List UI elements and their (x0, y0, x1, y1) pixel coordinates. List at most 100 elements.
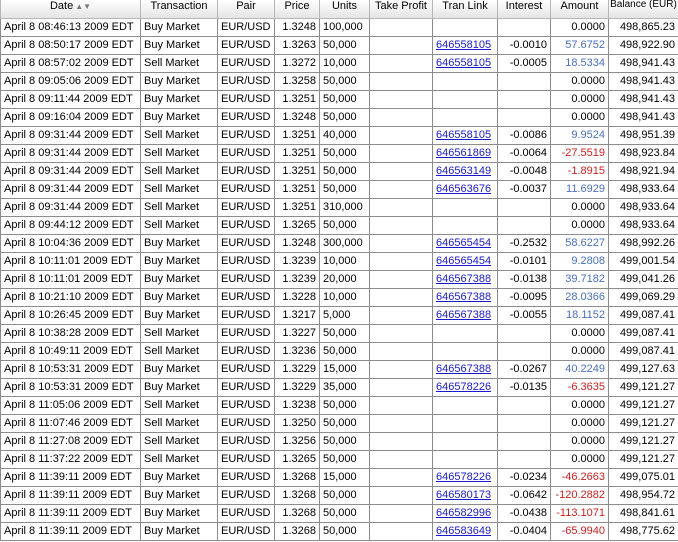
cell-transaction: Sell Market (140, 450, 218, 469)
table-row[interactable]: April 8 08:46:13 2009 EDT Buy Market EUR/U… (0, 18, 678, 37)
cell-interest: -0.0005 (497, 54, 551, 73)
table-row[interactable]: April 8 10:11:01 2009 EDT Buy Market EUR/U… (0, 270, 678, 289)
tran-link[interactable]: 646580173 (436, 489, 491, 501)
cell-balance: 499,075.01 (608, 468, 678, 487)
tran-link[interactable]: 646583649 (436, 525, 491, 537)
cell-price: 1.3251 (274, 126, 320, 145)
tran-link[interactable]: 646582996 (436, 507, 491, 519)
tran-link[interactable]: 646578226 (436, 381, 491, 393)
table-row[interactable]: April 8 11:39:11 2009 EDT Buy Market EUR/U… (0, 504, 678, 523)
cell-interest: -0.0234 (497, 468, 551, 487)
cell-transaction: Buy Market (140, 270, 218, 289)
column-header-tran-link[interactable]: Tran Link (432, 0, 498, 19)
table-row[interactable]: April 8 10:11:01 2009 EDT Buy Market EUR/U… (0, 252, 678, 271)
cell-tran-link (432, 108, 498, 127)
cell-take-profit (369, 324, 433, 343)
table-row[interactable]: April 8 09:11:44 2009 EDT Buy Market EUR/U… (0, 90, 678, 109)
cell-date: April 8 10:11:01 2009 EDT (0, 252, 141, 271)
cell-transaction: Buy Market (140, 72, 218, 91)
tran-link[interactable]: 646567388 (436, 273, 491, 285)
column-header-balance[interactable]: Balance (EUR) (608, 0, 678, 19)
tran-link[interactable]: 646567388 (436, 309, 491, 321)
cell-price: 1.3263 (274, 36, 320, 55)
table-row[interactable]: April 8 11:37:22 2009 EDT Sell Market EUR/… (0, 450, 678, 469)
table-row[interactable]: April 8 09:31:44 2009 EDT Sell Market EUR/… (0, 198, 678, 217)
table-row[interactable]: April 8 09:16:04 2009 EDT Buy Market EUR/U… (0, 108, 678, 127)
cell-amount: 0.0000 (550, 342, 609, 361)
column-header-transaction[interactable]: Transaction (140, 0, 218, 19)
cell-transaction: Sell Market (140, 324, 218, 343)
cell-interest: -0.0064 (497, 144, 551, 163)
cell-transaction: Sell Market (140, 126, 218, 145)
cell-units: 50,000 (319, 180, 370, 199)
column-header-price[interactable]: Price (274, 0, 320, 19)
tran-link[interactable]: 646558105 (436, 129, 491, 141)
table-row[interactable]: April 8 11:39:11 2009 EDT Buy Market EUR/U… (0, 486, 678, 505)
cell-balance: 498,941.43 (608, 54, 678, 73)
table-row[interactable]: April 8 08:57:02 2009 EDT Sell Market EUR/… (0, 54, 678, 73)
table-row[interactable]: April 8 10:04:36 2009 EDT Buy Market EUR/U… (0, 234, 678, 253)
cell-pair: EUR/USD (217, 36, 275, 55)
table-row[interactable]: April 8 10:53:31 2009 EDT Buy Market EUR/U… (0, 378, 678, 397)
table-row[interactable]: April 8 09:31:44 2009 EDT Sell Market EUR/… (0, 144, 678, 163)
column-header-take-profit[interactable]: Take Profit (369, 0, 433, 19)
cell-pair: EUR/USD (217, 18, 275, 37)
tran-link[interactable]: 646561869 (436, 147, 491, 159)
cell-date: April 8 11:39:11 2009 EDT (0, 522, 141, 541)
table-row[interactable]: April 8 09:05:06 2009 EDT Buy Market EUR/U… (0, 72, 678, 91)
tran-link[interactable]: 646565454 (436, 237, 491, 249)
table-row[interactable]: April 8 09:31:44 2009 EDT Sell Market EUR/… (0, 126, 678, 145)
tran-link[interactable]: 646567388 (436, 291, 491, 303)
table-row[interactable]: April 8 10:49:11 2009 EDT Sell Market EUR/… (0, 342, 678, 361)
cell-units: 5,000 (319, 306, 370, 325)
cell-balance: 498,941.43 (608, 90, 678, 109)
table-row[interactable]: April 8 10:26:45 2009 EDT Buy Market EUR/U… (0, 306, 678, 325)
cell-pair: EUR/USD (217, 468, 275, 487)
cell-transaction: Sell Market (140, 216, 218, 235)
table-row[interactable]: April 8 11:07:46 2009 EDT Sell Market EUR/… (0, 414, 678, 433)
table-row[interactable]: April 8 10:38:28 2009 EDT Sell Market EUR/… (0, 324, 678, 343)
table-row[interactable]: April 8 10:53:31 2009 EDT Buy Market EUR/U… (0, 360, 678, 379)
table-row[interactable]: April 8 10:21:10 2009 EDT Buy Market EUR/U… (0, 288, 678, 307)
table-row[interactable]: April 8 11:27:08 2009 EDT Sell Market EUR/… (0, 432, 678, 451)
amount-value: 40.2249 (565, 363, 605, 375)
table-row[interactable]: April 8 09:31:44 2009 EDT Sell Market EUR/… (0, 180, 678, 199)
cell-amount: -65.9940 (550, 522, 609, 541)
cell-take-profit (369, 162, 433, 181)
table-row[interactable]: April 8 08:50:17 2009 EDT Buy Market EUR/U… (0, 36, 678, 55)
cell-interest: -0.0138 (497, 270, 551, 289)
tran-link[interactable]: 646558105 (436, 39, 491, 51)
cell-tran-link: 646565454 (432, 252, 498, 271)
cell-amount: 40.2249 (550, 360, 609, 379)
cell-balance: 499,121.27 (608, 450, 678, 469)
cell-price: 1.3248 (274, 234, 320, 253)
cell-date: April 8 08:46:13 2009 EDT (0, 18, 141, 37)
cell-transaction: Buy Market (140, 18, 218, 37)
cell-balance: 498,775.62 (608, 522, 678, 541)
cell-transaction: Buy Market (140, 306, 218, 325)
tran-link[interactable]: 646563149 (436, 165, 491, 177)
table-row[interactable]: April 8 09:44:12 2009 EDT Sell Market EUR/… (0, 216, 678, 235)
header-row: Date ▲▼ Transaction Pair Price Units Take… (0, 0, 678, 19)
table-row[interactable]: April 8 11:39:11 2009 EDT Buy Market EUR/U… (0, 468, 678, 487)
column-header-amount[interactable]: Amount (550, 0, 609, 19)
table-row[interactable]: April 8 11:39:11 2009 EDT Buy Market EUR/U… (0, 522, 678, 541)
tran-link[interactable]: 646567388 (436, 363, 491, 375)
amount-value: 0.0000 (571, 417, 605, 429)
tran-link[interactable]: 646563676 (436, 183, 491, 195)
cell-amount: 0.0000 (550, 18, 609, 37)
tran-link[interactable]: 646578226 (436, 471, 491, 483)
cell-transaction: Buy Market (140, 288, 218, 307)
column-header-units[interactable]: Units (319, 0, 370, 19)
amount-value: 0.0000 (571, 453, 605, 465)
column-header-pair[interactable]: Pair (217, 0, 275, 19)
column-header-date[interactable]: Date ▲▼ (0, 0, 141, 19)
column-header-interest[interactable]: Interest (497, 0, 551, 19)
table-row[interactable]: April 8 11:05:06 2009 EDT Sell Market EUR/… (0, 396, 678, 415)
tran-link[interactable]: 646565454 (436, 255, 491, 267)
cell-date: April 8 09:44:12 2009 EDT (0, 216, 141, 235)
cell-tran-link (432, 324, 498, 343)
column-header-label: Date (49, 0, 74, 12)
tran-link[interactable]: 646558105 (436, 57, 491, 69)
table-row[interactable]: April 8 09:31:44 2009 EDT Sell Market EUR/… (0, 162, 678, 181)
